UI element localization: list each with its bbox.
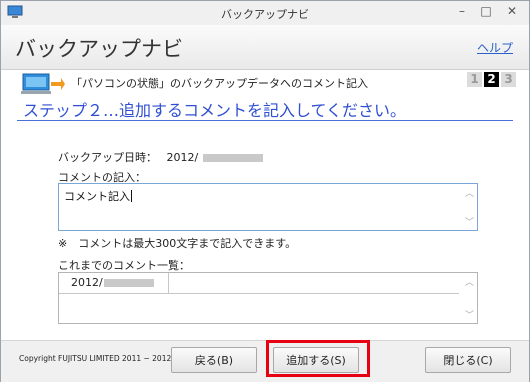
step-indicator-2: 2 <box>484 72 499 87</box>
comment-list-label: これまでのコメント一覧： <box>58 259 190 272</box>
backup-date-row: バックアップ日時： 2012/ <box>58 149 263 165</box>
help-link[interactable]: ヘルプ <box>477 39 513 56</box>
list-date-cell: 2012/ <box>59 273 169 293</box>
close-button[interactable]: 閉じる(C) <box>425 347 511 373</box>
app-header: バックアップナビ ヘルプ <box>1 25 529 70</box>
pc-backup-icon <box>21 72 65 96</box>
close-window-button[interactable]: ✕ <box>497 2 527 20</box>
title-bar: バックアップナビ – □ ✕ <box>1 1 529 25</box>
list-date-value: 2012/ <box>71 276 103 289</box>
comment-list[interactable]: 2012/ ︿ ﹀ <box>58 272 478 324</box>
comment-input[interactable]: コメント記入 ︿ ﹀ <box>58 183 478 231</box>
copyright-text: Copyright FUJITSU LIMITED 2011 − 2012 <box>19 354 172 363</box>
back-button[interactable]: 戻る(B) <box>171 347 257 373</box>
comment-note: ※ コメントは最大300文字まで記入できます。 <box>58 237 297 250</box>
table-row[interactable]: 2012/ <box>59 273 459 294</box>
footer: Copyright FUJITSU LIMITED 2011 − 2012 戻る… <box>1 340 529 382</box>
step-title: ステップ２…追加するコメントを記入してください。 <box>23 101 407 120</box>
app-title: バックアップナビ <box>15 37 183 61</box>
list-comment-cell <box>170 273 459 293</box>
maximize-button[interactable]: □ <box>473 2 499 20</box>
highlight-frame <box>266 340 370 377</box>
minimize-button[interactable]: – <box>449 2 475 20</box>
backup-date-value: 2012/ <box>166 151 199 164</box>
scroll-up-icon[interactable]: ︿ <box>465 186 474 199</box>
redacted-date <box>202 154 263 162</box>
app-window: バックアップナビ – □ ✕ バックアップナビ ヘルプ 「パソコンの状態」のバッ… <box>0 0 530 382</box>
text-caret <box>131 190 132 202</box>
comment-text: コメント記入 <box>64 190 130 203</box>
step-divider <box>17 120 513 121</box>
backup-date-label: バックアップ日時： <box>58 151 157 164</box>
step-indicator-3: 3 <box>501 72 516 87</box>
step-caption: 「パソコンの状態」のバックアップデータへのコメント記入 <box>71 77 368 90</box>
comment-input-value: コメント記入 <box>64 188 132 204</box>
scroll-up-icon[interactable]: ︿ <box>465 275 474 288</box>
scroll-down-icon[interactable]: ﹀ <box>465 215 474 228</box>
scroll-down-icon[interactable]: ﹀ <box>465 308 474 321</box>
redacted-date <box>103 279 154 287</box>
step-indicator-1: 1 <box>467 72 482 87</box>
